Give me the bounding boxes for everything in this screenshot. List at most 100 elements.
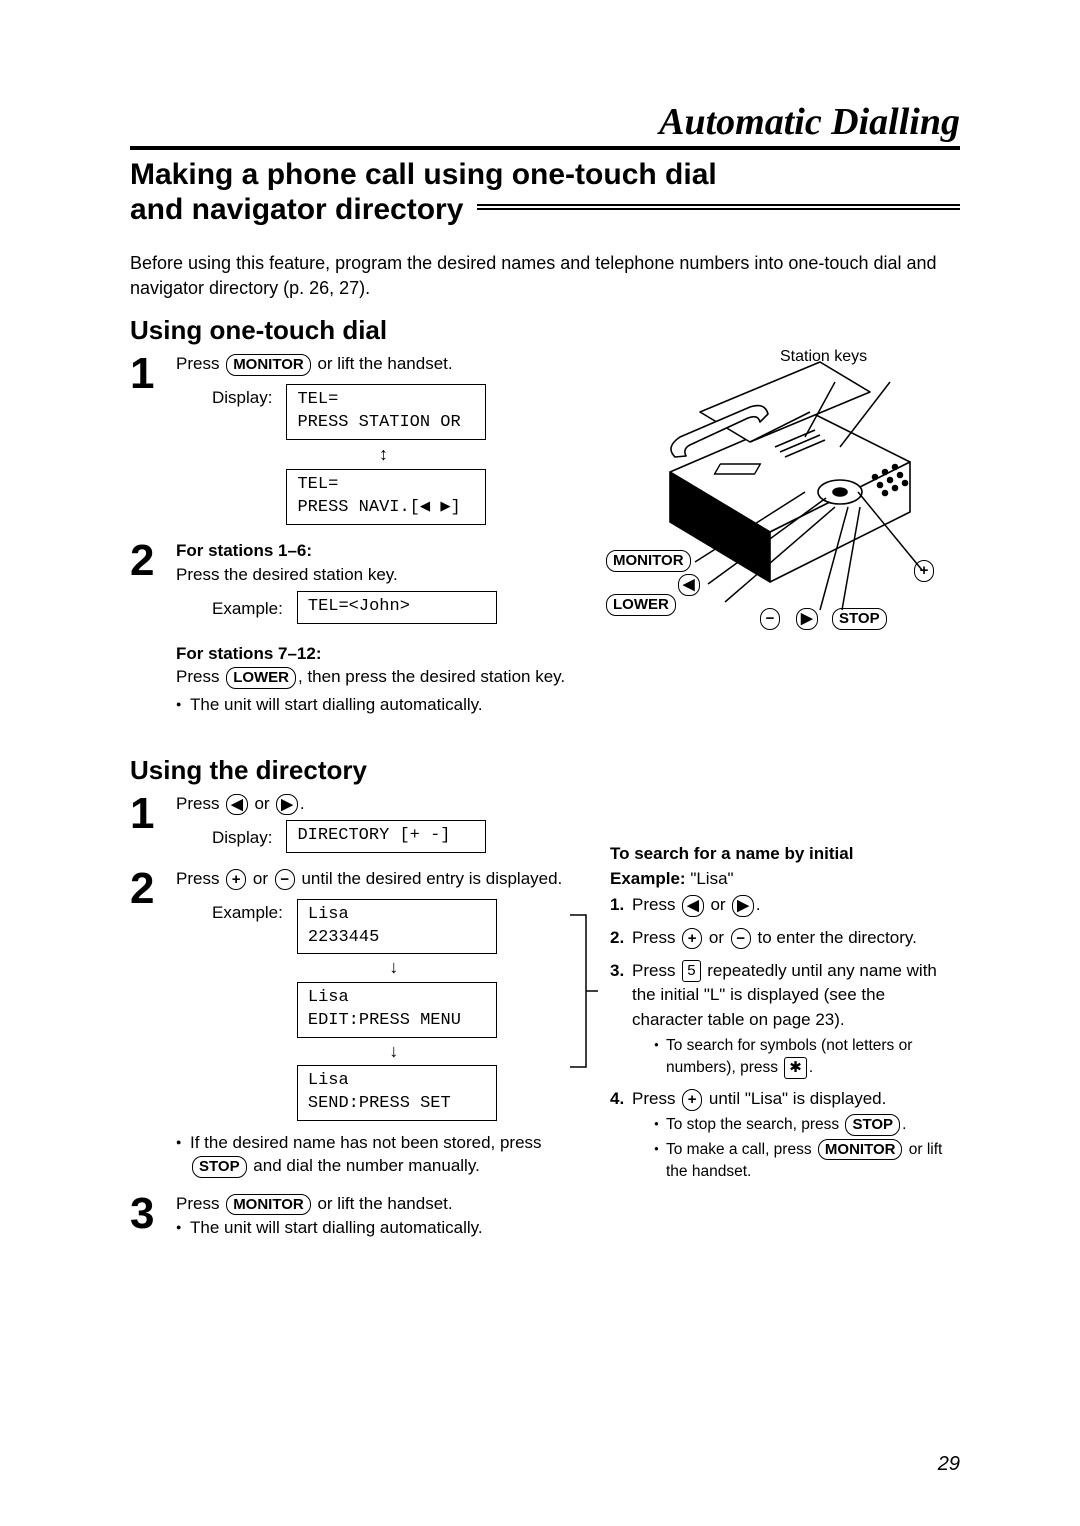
text: Press xyxy=(632,895,680,914)
plus-key: + xyxy=(226,869,246,891)
page-title: Automatic Dialling xyxy=(130,100,960,144)
example-label: Example: xyxy=(212,901,283,925)
right-key: ▶ xyxy=(276,794,298,816)
monitor-key: MONITOR xyxy=(226,354,311,376)
text: Press xyxy=(632,928,680,947)
text: If the desired name has not been stored,… xyxy=(190,1133,542,1152)
lcd-line: PRESS STATION OR xyxy=(297,413,460,432)
plus-key: + xyxy=(682,928,702,950)
text: To stop the search, press xyxy=(666,1116,843,1133)
section-heading-l1: Making a phone call using one-touch dial xyxy=(130,158,717,193)
text: Press xyxy=(176,794,224,813)
text: or lift the handset. xyxy=(313,1194,453,1213)
text: or lift the handset. xyxy=(313,354,453,373)
text: until "Lisa" is displayed. xyxy=(704,1089,886,1108)
right-key-label: ▶ xyxy=(796,608,818,630)
lcd-display: TEL= PRESS STATION OR xyxy=(286,384,486,440)
lcd-display: Lisa EDIT:PRESS MENU xyxy=(297,982,497,1038)
left-key: ◀ xyxy=(682,895,704,917)
step-number: 3 xyxy=(130,1192,160,1240)
search-heading: To search for a name by initial xyxy=(610,842,960,867)
lcd-display: Lisa 2233445 xyxy=(297,899,497,955)
updown-arrow-icon: ↕ xyxy=(379,442,388,467)
fax-machine-illustration: Station keys MONITOR ◀ LOWER − ▶ STOP + xyxy=(610,352,950,632)
text: Press xyxy=(632,961,680,980)
lcd-line: Lisa xyxy=(308,905,349,924)
five-key: 5 xyxy=(682,960,700,982)
text: or xyxy=(704,928,729,947)
lower-key-label: LOWER xyxy=(606,594,676,616)
plus-key: + xyxy=(682,1089,702,1111)
bullet-text: The unit will start dialling automatical… xyxy=(176,693,570,717)
text: Press xyxy=(632,1089,680,1108)
right-key: ▶ xyxy=(732,895,754,917)
lcd-line: TEL= xyxy=(297,390,338,409)
step-number: 1 xyxy=(130,352,160,525)
stop-key: STOP xyxy=(192,1156,247,1178)
stop-key-label: STOP xyxy=(832,608,887,630)
lower-key: LOWER xyxy=(226,667,296,689)
text: , then press the desired station key. xyxy=(298,667,565,686)
lcd-line: TEL= xyxy=(297,475,338,494)
bullet-text: If the desired name has not been stored,… xyxy=(176,1131,570,1179)
step-number: 1 xyxy=(130,792,160,853)
display-label: Display: xyxy=(212,826,272,850)
stop-key: STOP xyxy=(845,1114,900,1136)
lcd-display: DIRECTORY [+ -] xyxy=(286,820,486,853)
text: . xyxy=(300,794,305,813)
down-arrow-icon: ↓ xyxy=(389,955,398,980)
bullet-text: The unit will start dialling automatical… xyxy=(176,1216,570,1240)
example-label: Example: xyxy=(610,869,686,888)
text: To make a call, press xyxy=(666,1141,816,1158)
lcd-line: Lisa xyxy=(308,988,349,1007)
left-key: ◀ xyxy=(226,794,248,816)
example-value: "Lisa" xyxy=(686,869,734,888)
page-number: 29 xyxy=(938,1453,960,1476)
minus-key: − xyxy=(731,928,751,950)
display-label: Display: xyxy=(212,386,272,410)
sub-bullet: To search for symbols (not letters or nu… xyxy=(632,1035,960,1080)
text: Press xyxy=(176,354,224,373)
minus-key: − xyxy=(275,869,295,891)
lcd-display: TEL= PRESS NAVI.[◀ ▶] xyxy=(286,469,486,525)
text: Press xyxy=(176,869,224,888)
station-keys-label: Station keys xyxy=(780,348,867,366)
sub-heading: For stations 7–12: xyxy=(176,644,322,663)
monitor-key: MONITOR xyxy=(226,1194,311,1216)
section-heading-l2: and navigator directory xyxy=(130,193,463,228)
text: and dial the number manually. xyxy=(249,1156,480,1175)
text: Press xyxy=(176,1194,224,1213)
lcd-line: SEND:PRESS SET xyxy=(308,1094,451,1113)
heading-rule xyxy=(477,204,960,210)
monitor-key-label: MONITOR xyxy=(606,550,691,572)
search-by-initial-block: To search for a name by initial Example:… xyxy=(610,842,960,1183)
subsection-one-touch: Using one-touch dial xyxy=(130,315,960,346)
bracket-connector xyxy=(568,901,598,1081)
down-arrow-icon: ↓ xyxy=(389,1039,398,1064)
text: or xyxy=(250,794,275,813)
minus-key-label: − xyxy=(760,608,780,630)
text: . xyxy=(809,1059,813,1076)
left-key-label: ◀ xyxy=(678,574,700,596)
text: or xyxy=(706,895,731,914)
text: until the desired entry is displayed. xyxy=(297,869,563,888)
sub-heading: For stations 1–6: xyxy=(176,541,312,560)
section-heading: Making a phone call using one-touch dial… xyxy=(130,158,960,227)
lcd-line: EDIT:PRESS MENU xyxy=(308,1011,461,1030)
text: Press the desired station key. xyxy=(176,565,398,584)
sub-bullet: To stop the search, press STOP. xyxy=(632,1114,960,1136)
example-label: Example: xyxy=(212,597,283,621)
intro-paragraph: Before using this feature, program the d… xyxy=(130,251,960,301)
text: to enter the directory. xyxy=(753,928,917,947)
sub-bullet: To make a call, press MONITOR or lift th… xyxy=(632,1139,960,1184)
lcd-line: Lisa xyxy=(308,1071,349,1090)
lcd-line: PRESS NAVI.[◀ ▶] xyxy=(297,498,460,517)
subsection-directory: Using the directory xyxy=(130,755,960,786)
star-key: ✱ xyxy=(784,1057,807,1079)
text: or xyxy=(248,869,273,888)
monitor-key: MONITOR xyxy=(818,1139,903,1161)
lcd-line: 2233445 xyxy=(308,928,379,947)
text: . xyxy=(756,895,761,914)
text: Press xyxy=(176,667,224,686)
step-number: 2 xyxy=(130,867,160,1178)
